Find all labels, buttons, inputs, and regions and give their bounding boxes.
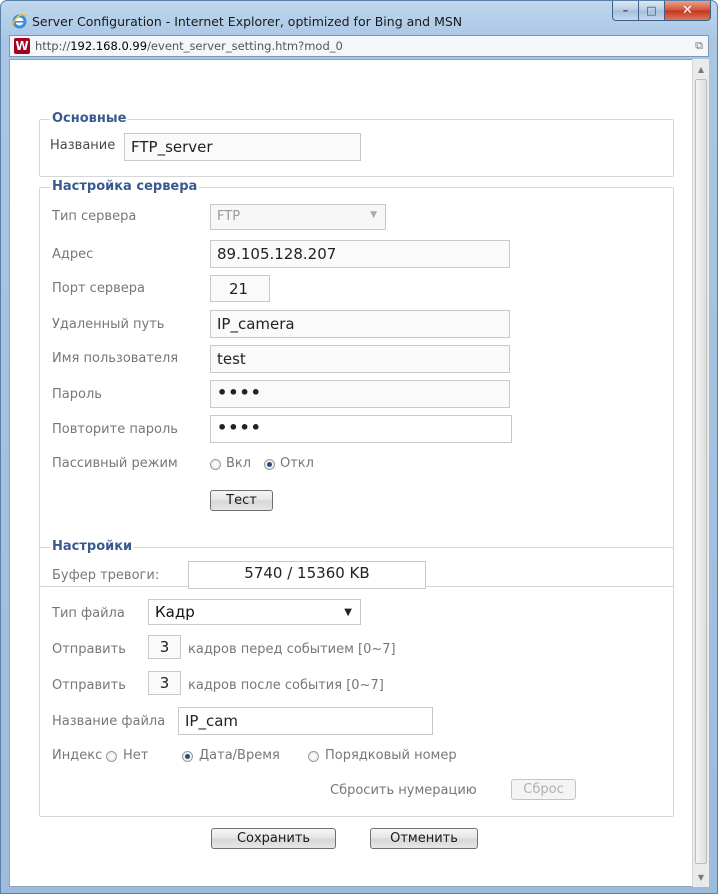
username-input[interactable]	[210, 345, 510, 373]
title-bar: Server Configuration - Internet Explorer…	[1, 1, 717, 35]
index-none-radio[interactable]	[106, 751, 117, 762]
file-type-value: Кадр	[155, 603, 195, 621]
file-type-select[interactable]: Кадр ▼	[148, 599, 361, 625]
settings-legend: Настройки	[50, 539, 135, 554]
username-label: Имя пользователя	[52, 351, 179, 366]
frames-after-text: кадров после события [0~7]	[188, 678, 384, 693]
file-name-label: Название файла	[52, 714, 166, 729]
chevron-down-icon: ▼	[344, 607, 352, 618]
file-name-input[interactable]	[178, 707, 433, 735]
frames-before-input[interactable]: 3	[148, 635, 181, 659]
scroll-down-icon[interactable]: ▼	[693, 869, 709, 885]
index-label: Индекс	[52, 748, 103, 763]
passive-on-label: Вкл	[226, 456, 252, 471]
minimize-button[interactable]: –	[612, 1, 639, 21]
scrollbar-thumb[interactable]	[695, 79, 707, 864]
page-content: Основные Название Настройка сервера Тип …	[9, 59, 702, 887]
window-controls: – □ ✕	[612, 1, 711, 21]
port-label: Порт сервера	[52, 281, 145, 296]
frames-after-input[interactable]: 3	[148, 671, 181, 695]
passive-mode-label: Пассивный режим	[52, 456, 178, 471]
address-url[interactable]: http://192.168.0.99/event_server_setting…	[35, 39, 343, 53]
name-label: Название	[50, 138, 116, 153]
passive-off-radio[interactable]	[264, 459, 275, 470]
address-label: Адрес	[52, 247, 94, 262]
address-input[interactable]	[210, 240, 510, 268]
reset-numbering-label: Сбросить нумерацию	[330, 783, 477, 798]
alarm-buffer-value: 5740 / 15360 KB	[188, 561, 426, 589]
window-title: Server Configuration - Internet Explorer…	[32, 14, 463, 29]
basic-fieldset: Основные Название	[39, 111, 674, 177]
remote-path-input[interactable]	[210, 310, 510, 338]
url-prefix: http://	[35, 39, 71, 53]
index-sequence-radio[interactable]	[308, 751, 319, 762]
send-after-label: Отправить	[52, 678, 126, 693]
server-type-label: Тип сервера	[52, 209, 137, 224]
url-path: /event_server_setting.htm?mod_0	[147, 39, 343, 53]
server-type-select[interactable]: FTP ▼	[210, 204, 386, 230]
scroll-up-icon[interactable]: ▲	[693, 61, 709, 77]
url-host: 192.168.0.99	[70, 39, 148, 53]
compatibility-view-icon[interactable]: ⧉	[695, 39, 703, 53]
address-bar[interactable]: W http://192.168.0.99/event_server_setti…	[9, 35, 709, 57]
test-button[interactable]: Тест	[210, 490, 273, 511]
index-sequence-label: Порядковый номер	[325, 748, 457, 763]
remote-path-label: Удаленный путь	[52, 317, 165, 332]
passive-on-radio[interactable]	[210, 459, 221, 470]
chevron-down-icon: ▼	[370, 210, 377, 220]
internet-explorer-icon	[11, 13, 28, 29]
password-input[interactable]: ••••	[210, 380, 510, 408]
alarm-buffer-label: Буфер тревоги:	[52, 568, 160, 583]
server-fieldset: Настройка сервера Тип сервера FTP ▼ Адре…	[39, 179, 674, 587]
repeat-password-input[interactable]: ••••	[210, 415, 512, 443]
settings-fieldset: Настройки Буфер тревоги: 5740 / 15360 KB…	[39, 539, 674, 817]
reset-button[interactable]: Сброс	[511, 779, 576, 800]
browser-window: Server Configuration - Internet Explorer…	[0, 0, 718, 894]
index-none-label: Нет	[123, 748, 149, 763]
port-input[interactable]	[210, 275, 270, 302]
basic-legend: Основные	[50, 111, 129, 126]
repeat-password-label: Повторите пароль	[52, 422, 178, 437]
maximize-button[interactable]: □	[639, 1, 665, 21]
server-legend: Настройка сервера	[50, 179, 200, 194]
close-button[interactable]: ✕	[665, 1, 711, 21]
cancel-button[interactable]: Отменить	[370, 828, 478, 849]
name-input[interactable]	[124, 133, 361, 161]
index-datetime-label: Дата/Время	[199, 748, 280, 763]
vertical-scrollbar[interactable]: ▲ ▼	[692, 59, 709, 887]
server-type-value: FTP	[217, 209, 241, 224]
password-label: Пароль	[52, 387, 102, 402]
index-datetime-radio[interactable]	[182, 751, 193, 762]
send-before-label: Отправить	[52, 642, 126, 657]
passive-off-label: Откл	[280, 456, 314, 471]
frames-before-text: кадров перед событием [0~7]	[188, 642, 396, 657]
save-button[interactable]: Сохранить	[211, 828, 336, 849]
file-type-label: Тип файла	[52, 606, 125, 621]
site-logo-icon: W	[14, 38, 30, 54]
